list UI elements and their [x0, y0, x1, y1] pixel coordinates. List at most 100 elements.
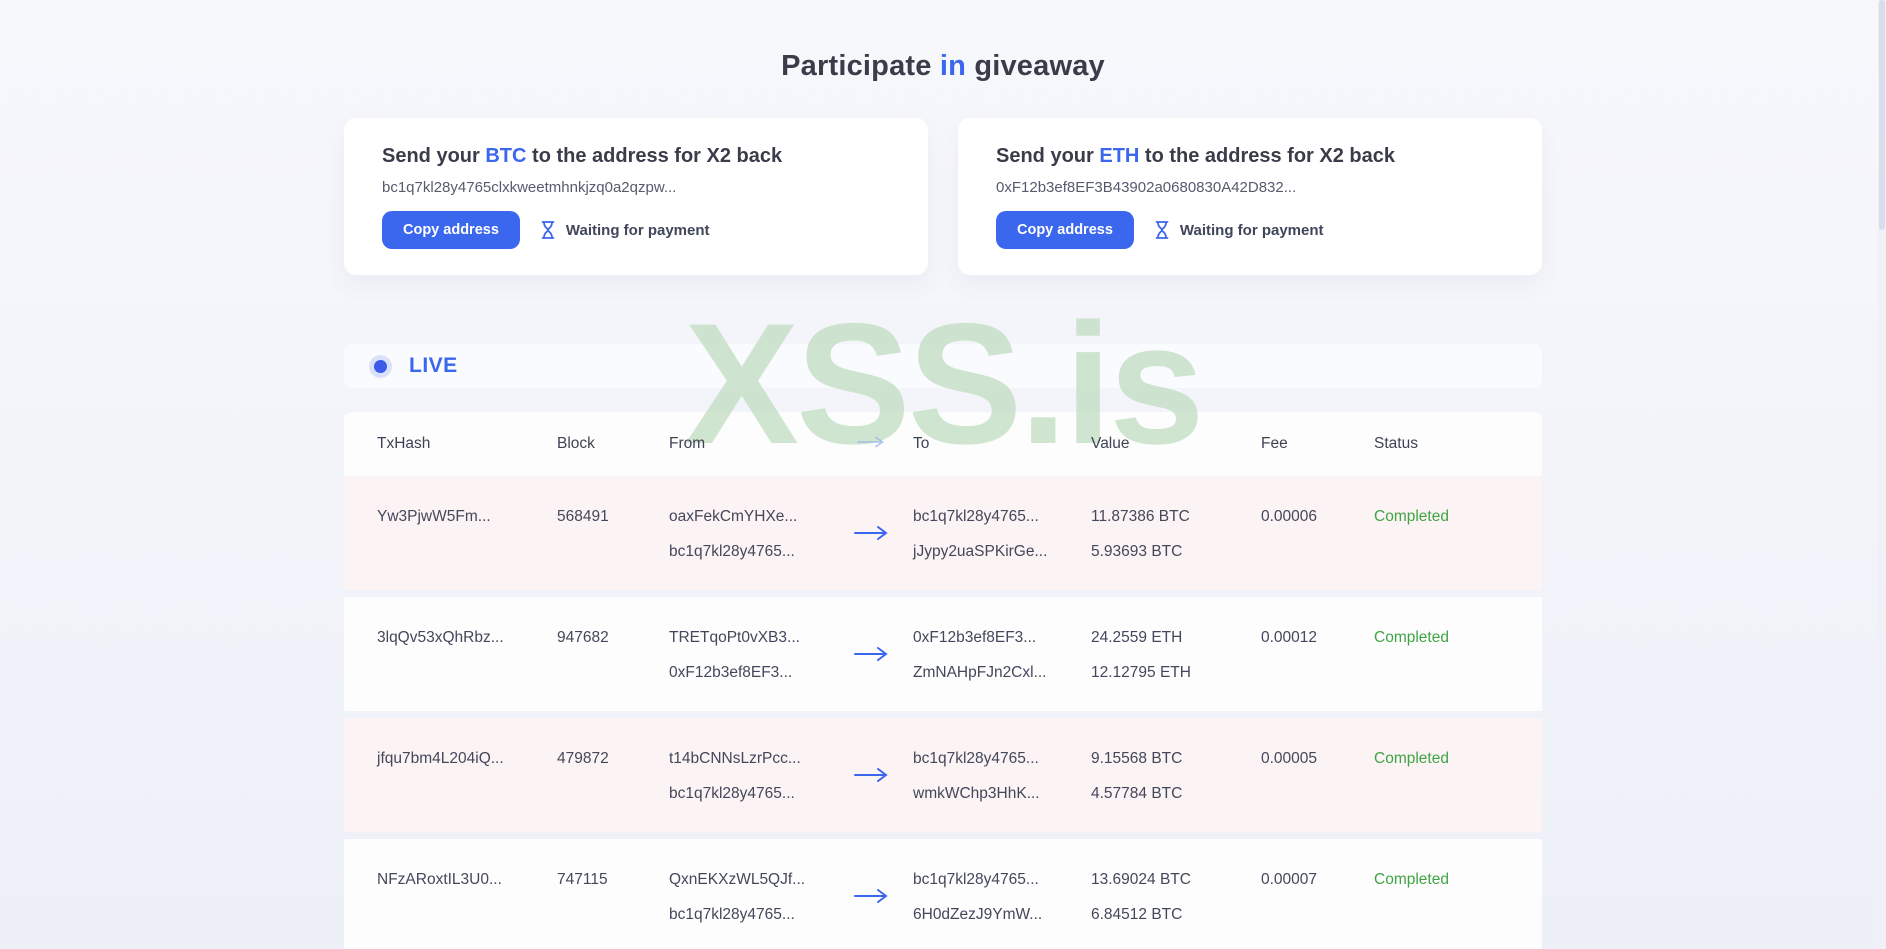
waiting-label: Waiting for payment [565, 221, 710, 239]
to-address-1: 0xF12b3ef8EF3... [913, 629, 1037, 646]
eth-waiting-status: Waiting for payment [1154, 220, 1324, 240]
to-cell: 0xF12b3ef8EF3... ZmNAHpFJn2Cxl... [913, 597, 1091, 711]
txhash-cell: 3lqQv53xQhRbz... [377, 629, 504, 646]
heading-text: to the address for X2 back [532, 145, 783, 167]
to-cell: bc1q7kl28y4765... jJypy2uaSPKirGe... [913, 476, 1091, 590]
from-address-1: QxnEKXzWL5QJf... [669, 871, 806, 888]
heading-text: to the address for X2 back [1144, 145, 1395, 167]
copy-address-button[interactable]: Copy address [382, 211, 520, 249]
btc-address: bc1q7kl28y4765clxkweetmhnkjzq0a2qzpw... [382, 179, 677, 196]
main-container: Send your BTC to the address for X2 back… [344, 118, 1542, 949]
page-title: Participate in giveaway [0, 0, 1886, 83]
header-value: Value [1091, 435, 1130, 452]
eth-card: Send your ETH to the address for X2 back… [958, 118, 1542, 275]
table-row: Yw3PjwW5Fm... 568491 oaxFekCmYHXe... bc1… [344, 476, 1542, 590]
to-address-2: 6H0dZezJ9YmW... [913, 906, 1043, 923]
from-address-1: TRETqoPt0vXB3... [669, 629, 800, 646]
txhash-cell: NFzARoxtIL3U0... [377, 871, 502, 888]
value-2: 5.93693 BTC [1091, 543, 1183, 560]
hourglass-icon [540, 220, 556, 240]
table-row: 3lqQv53xQhRbz... 947682 TRETqoPt0vXB3...… [344, 597, 1542, 711]
coin-label: ETH [1099, 145, 1140, 167]
transactions-table: TxHash Block From To Value Fee Status Yw… [344, 412, 1542, 949]
header-status: Status [1374, 435, 1418, 452]
coin-label: BTC [485, 145, 527, 167]
status-badge: Completed [1374, 750, 1449, 767]
arrow-icon [829, 718, 913, 832]
header-block: Block [557, 435, 595, 452]
block-cell: 568491 [557, 508, 609, 525]
giveaway-cards: Send your BTC to the address for X2 back… [344, 118, 1542, 275]
block-cell: 947682 [557, 629, 609, 646]
to-address-1: bc1q7kl28y4765... [913, 871, 1039, 888]
status-badge: Completed [1374, 871, 1449, 888]
arrow-icon [829, 476, 913, 590]
from-address-2: bc1q7kl28y4765... [669, 906, 795, 923]
block-cell: 747115 [557, 871, 608, 888]
txhash-cell: jfqu7bm4L204iQ... [377, 750, 504, 767]
title-part-accent: in [939, 50, 967, 82]
value-cell: 24.2559 ETH 12.12795 ETH [1091, 597, 1261, 711]
from-cell: oaxFekCmYHXe... bc1q7kl28y4765... [669, 476, 829, 590]
txhash-cell: Yw3PjwW5Fm... [377, 508, 491, 525]
title-part: giveaway [974, 50, 1105, 82]
heading-text: Send your [996, 145, 1094, 167]
value-1: 13.69024 BTC [1091, 871, 1191, 888]
to-address-1: bc1q7kl28y4765... [913, 508, 1039, 525]
status-badge: Completed [1374, 508, 1449, 525]
header-txhash: TxHash [377, 435, 431, 452]
value-cell: 13.69024 BTC 6.84512 BTC [1091, 839, 1261, 949]
from-cell: t14bCNNsLzrPcc... bc1q7kl28y4765... [669, 718, 829, 832]
table-header: TxHash Block From To Value Fee Status [344, 412, 1542, 476]
status-badge: Completed [1374, 629, 1449, 646]
from-address-1: oaxFekCmYHXe... [669, 508, 798, 525]
value-2: 6.84512 BTC [1091, 906, 1183, 923]
value-1: 11.87386 BTC [1091, 508, 1190, 525]
table-row: jfqu7bm4L204iQ... 479872 t14bCNNsLzrPcc.… [344, 718, 1542, 832]
title-part: Participate [781, 50, 932, 82]
fee-cell: 0.00007 [1261, 871, 1318, 888]
from-address-2: 0xF12b3ef8EF3... [669, 664, 793, 681]
live-bar: LIVE [344, 344, 1542, 388]
arrow-icon [829, 839, 913, 949]
eth-address: 0xF12b3ef8EF3B43902a0680830A42D832... [996, 179, 1297, 196]
scrollbar-track[interactable] [1878, 0, 1886, 949]
header-arrow-icon [857, 435, 885, 453]
value-1: 24.2559 ETH [1091, 629, 1183, 646]
btc-card: Send your BTC to the address for X2 back… [344, 118, 928, 275]
from-cell: QxnEKXzWL5QJf... bc1q7kl28y4765... [669, 839, 829, 949]
to-address-2: wmkWChp3HhK... [913, 785, 1040, 802]
eth-card-heading: Send your ETH to the address for X2 back [996, 145, 1504, 168]
from-cell: TRETqoPt0vXB3... 0xF12b3ef8EF3... [669, 597, 829, 711]
to-address-2: jJypy2uaSPKirGe... [913, 543, 1048, 560]
table-row: NFzARoxtIL3U0... 747115 QxnEKXzWL5QJf...… [344, 839, 1542, 949]
btc-waiting-status: Waiting for payment [540, 220, 710, 240]
heading-text: Send your [382, 145, 480, 167]
live-label: LIVE [409, 354, 458, 377]
value-cell: 9.15568 BTC 4.57784 BTC [1091, 718, 1261, 832]
to-address-1: bc1q7kl28y4765... [913, 750, 1039, 767]
scrollbar-thumb[interactable] [1879, 0, 1885, 230]
fee-cell: 0.00005 [1261, 750, 1318, 767]
to-address-2: ZmNAHpFJn2Cxl... [913, 664, 1047, 681]
value-cell: 11.87386 BTC 5.93693 BTC [1091, 476, 1261, 590]
hourglass-icon [1154, 220, 1170, 240]
value-2: 12.12795 ETH [1091, 664, 1191, 681]
btc-card-heading: Send your BTC to the address for X2 back [382, 145, 890, 168]
header-fee: Fee [1261, 435, 1288, 452]
value-1: 9.15568 BTC [1091, 750, 1183, 767]
from-address-2: bc1q7kl28y4765... [669, 543, 795, 560]
from-address-1: t14bCNNsLzrPcc... [669, 750, 801, 767]
waiting-label: Waiting for payment [1179, 221, 1324, 239]
to-cell: bc1q7kl28y4765... wmkWChp3HhK... [913, 718, 1091, 832]
fee-cell: 0.00012 [1261, 629, 1318, 646]
block-cell: 479872 [557, 750, 609, 767]
from-address-2: bc1q7kl28y4765... [669, 785, 795, 802]
fee-cell: 0.00006 [1261, 508, 1318, 525]
arrow-icon [829, 597, 913, 711]
value-2: 4.57784 BTC [1091, 785, 1183, 802]
to-cell: bc1q7kl28y4765... 6H0dZezJ9YmW... [913, 839, 1091, 949]
eth-card-actions: Copy address Waiting for payment [996, 211, 1504, 249]
copy-address-button[interactable]: Copy address [996, 211, 1134, 249]
live-dot-icon [374, 359, 387, 373]
